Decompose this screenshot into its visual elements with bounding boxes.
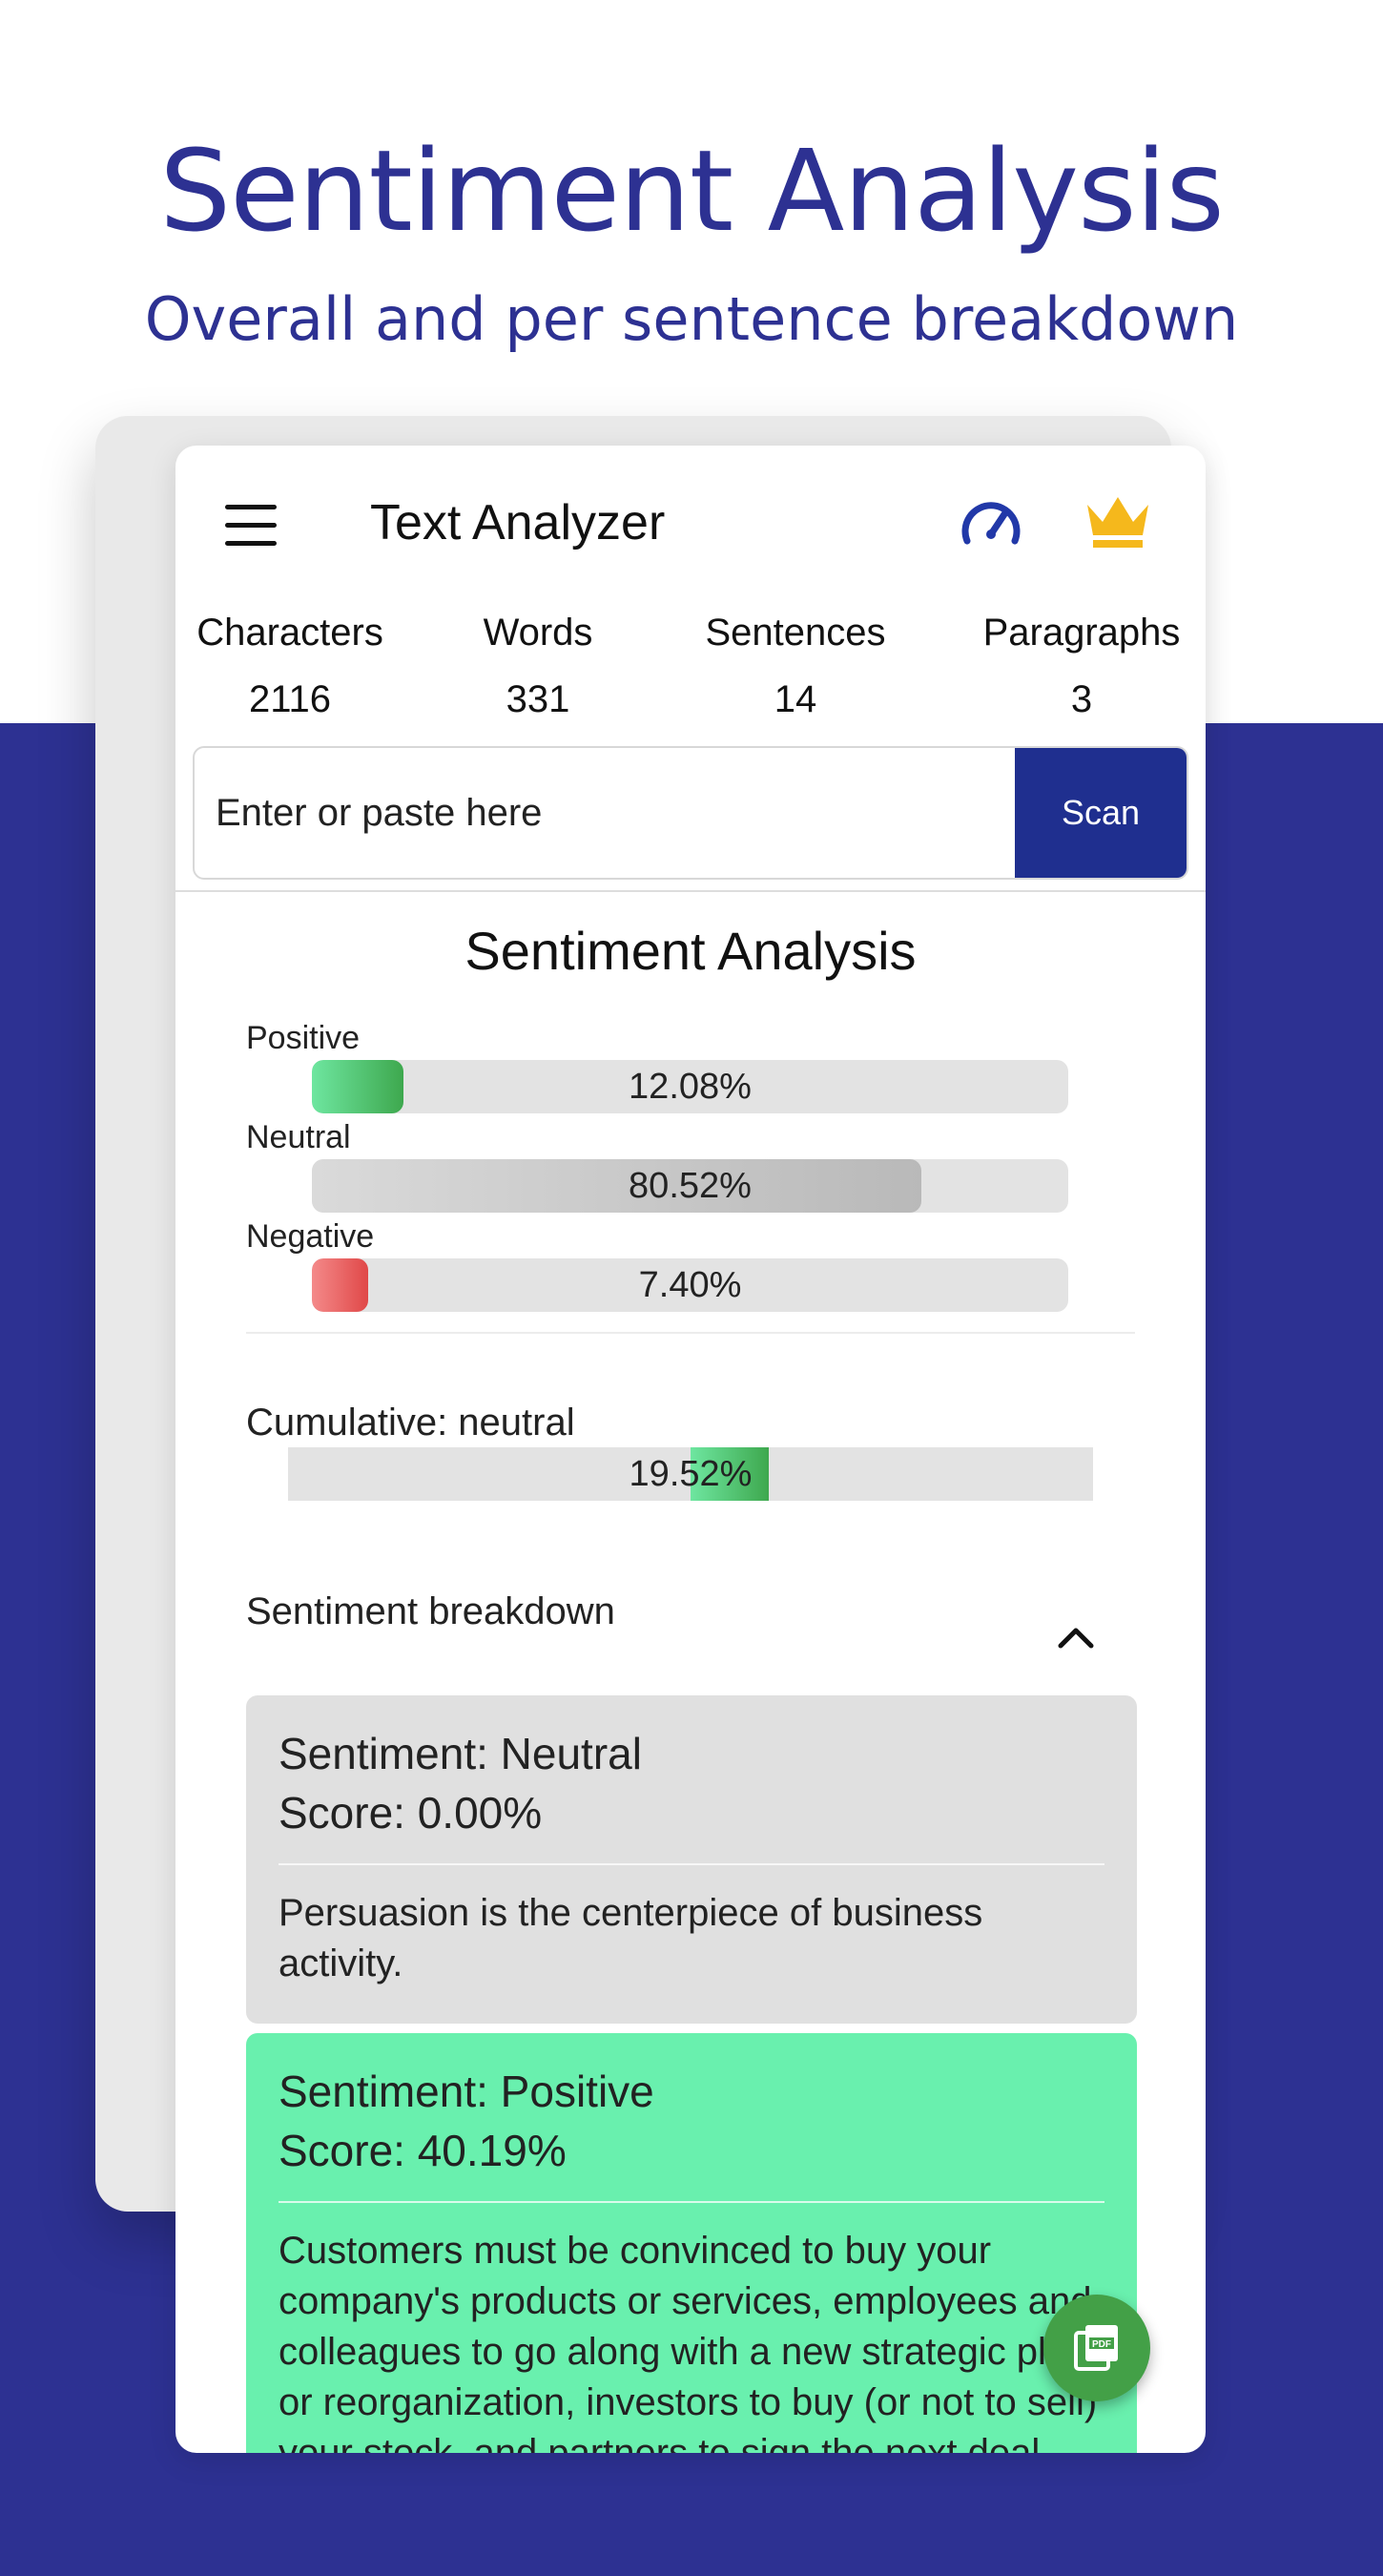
positive-bar: 12.08% xyxy=(312,1060,1068,1113)
card-sentiment: Sentiment: Neutral xyxy=(279,1729,642,1778)
text-input-container: Scan xyxy=(193,746,1188,880)
negative-bar: 7.40% xyxy=(312,1258,1068,1312)
scan-button[interactable]: Scan xyxy=(1015,748,1187,878)
text-input[interactable] xyxy=(195,748,1017,878)
app-title: Text Analyzer xyxy=(370,495,666,551)
stat-label: Characters xyxy=(196,612,383,654)
stat-sentences: Sentences 14 xyxy=(681,606,910,726)
cumulative-percentage: 19.52% xyxy=(629,1454,753,1494)
cumulative-bar: 19.52% xyxy=(288,1447,1093,1501)
card-sentiment: Sentiment: Positive xyxy=(279,2067,654,2116)
cumulative-label: Cumulative: neutral xyxy=(246,1402,575,1444)
menu-icon[interactable] xyxy=(225,505,277,547)
stat-value: 3 xyxy=(1070,678,1093,720)
app-screen: Text Analyzer Characters 2116 Words 331 … xyxy=(175,446,1206,2453)
stat-label: Sentences xyxy=(705,612,886,654)
stat-paragraphs: Paragraphs 3 xyxy=(967,606,1196,726)
card-header: Sentiment: Neutral Score: 0.00% xyxy=(279,1695,1104,1865)
divider xyxy=(175,890,1206,892)
card-sentence-text: Customers must be convinced to buy your … xyxy=(279,2230,1098,2453)
chevron-up-icon[interactable] xyxy=(1057,1625,1095,1650)
stat-value: 2116 xyxy=(248,678,331,720)
crown-icon[interactable] xyxy=(1084,491,1152,552)
speedometer-icon[interactable] xyxy=(958,491,1024,558)
neutral-bar: 80.52% xyxy=(312,1159,1068,1213)
sentiment-breakdown-label: Sentiment breakdown xyxy=(246,1590,615,1632)
pdf-icon: PDF xyxy=(1074,2325,1118,2371)
negative-percentage: 7.40% xyxy=(638,1265,742,1305)
card-sentence-text: Persuasion is the centerpiece of busines… xyxy=(279,1892,983,1984)
card-header: Sentiment: Positive Score: 40.19% xyxy=(279,2033,1104,2203)
svg-text:PDF: PDF xyxy=(1092,2339,1111,2350)
promo-title: Sentiment Analysis xyxy=(159,125,1225,257)
neutral-percentage: 80.52% xyxy=(629,1166,752,1206)
promo-subtitle: Overall and per sentence breakdown xyxy=(144,284,1239,354)
stat-characters: Characters 2116 xyxy=(185,606,395,726)
positive-percentage: 12.08% xyxy=(629,1067,752,1107)
neutral-label: Neutral xyxy=(246,1119,351,1155)
positive-label: Positive xyxy=(246,1020,361,1056)
divider xyxy=(246,1332,1135,1334)
stat-value: 331 xyxy=(506,678,570,720)
stat-words: Words 331 xyxy=(452,606,624,726)
card-score: Score: 0.00% xyxy=(279,1788,543,1838)
sentence-card-neutral: Sentiment: Neutral Score: 0.00% Persuasi… xyxy=(246,1695,1137,2024)
app-bar: Text Analyzer xyxy=(175,446,1206,598)
stat-label: Words xyxy=(483,612,593,654)
card-score: Score: 40.19% xyxy=(279,2126,567,2175)
export-pdf-button[interactable]: PDF xyxy=(1043,2295,1150,2401)
sentence-card-positive: Sentiment: Positive Score: 40.19% Custom… xyxy=(246,2033,1137,2453)
stat-value: 14 xyxy=(774,678,817,720)
negative-label: Negative xyxy=(246,1218,375,1255)
stat-label: Paragraphs xyxy=(982,612,1181,654)
sentiment-analysis-title: Sentiment Analysis xyxy=(464,921,917,981)
